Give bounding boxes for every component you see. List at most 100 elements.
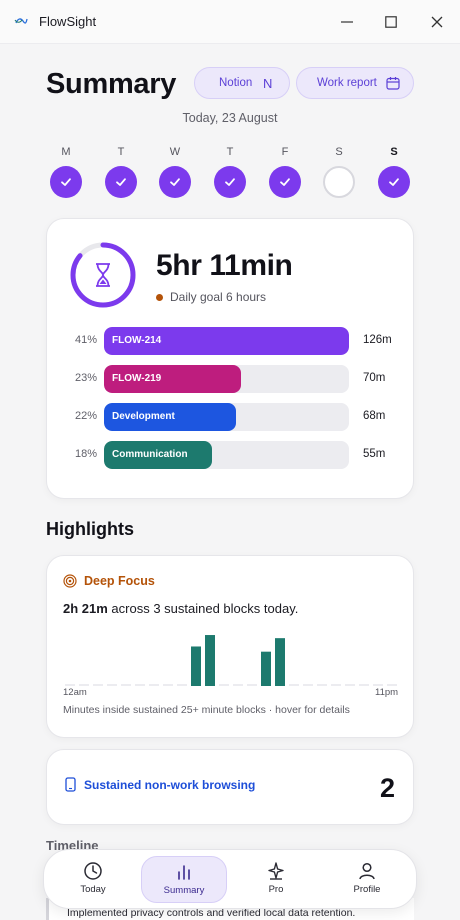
nav-label: Today [80,884,106,895]
current-date: Today, 23 August [182,111,278,125]
day-letter: S [390,146,398,158]
day-3[interactable]: T [212,145,248,198]
day-letter: T [226,146,234,158]
day-incomplete-indicator [323,166,355,198]
breakdown-bar: Communication [104,441,212,469]
non-work-browsing-card[interactable]: Sustained non-work browsing 2 [46,749,414,825]
notion-button[interactable]: Notion N [194,67,290,99]
minimize-icon [341,21,353,23]
user-icon [359,862,375,880]
breakdown-bar: Development [104,403,237,431]
breakdown-value: 55m [363,448,386,460]
day-complete-indicator [269,166,301,198]
breakdown-row[interactable]: 41% FLOW-214 126m [47,327,415,355]
highlights-heading: Highlights [46,519,134,539]
phone-icon [65,777,76,792]
goal-progress-ring [70,242,136,308]
day-complete-indicator [105,166,137,198]
breakdown-track: FLOW-214 [104,327,349,355]
day-5[interactable]: S [321,145,357,198]
axis-end-label: 11pm [375,687,399,698]
deep-focus-card: Deep Focus 2h 21m across 3 sustained blo… [46,555,414,738]
bottom-navigation: Today Summary Pro Profile [43,849,417,909]
breakdown-track: Development [104,403,349,431]
focus-hour-baseline [289,684,299,686]
day-letter: F [281,146,289,158]
focus-hour-baseline [107,684,117,686]
focus-hour-baseline [219,684,229,686]
day-4[interactable]: F [267,145,303,198]
breakdown-row[interactable]: 18% Communication 55m [47,441,415,469]
check-icon [389,178,399,186]
focus-hour-baseline [317,684,327,686]
check-icon [116,178,126,186]
work-report-button[interactable]: Work report [296,67,414,99]
daily-summary-card: 5hr 11min Daily goal 6 hours 41% FLOW-214… [46,218,414,499]
nav-profile[interactable]: Profile [324,856,410,903]
focus-hour-baseline [359,684,369,686]
breakdown-row[interactable]: 23% FLOW-219 70m [47,365,415,393]
check-icon [170,178,180,186]
day-1[interactable]: T [103,145,139,198]
deep-focus-time: 2h 21m [63,601,108,616]
day-letter: S [335,146,343,158]
breakdown-percent: 18% [74,448,97,460]
nav-today[interactable]: Today [50,856,136,903]
focus-block-bar [205,635,215,686]
day-complete-indicator [378,166,410,198]
nav-summary[interactable]: Summary [141,856,227,903]
focus-hour-baseline [65,684,75,686]
clock-icon [84,862,102,880]
check-icon [61,178,71,186]
day-2[interactable]: W [157,145,193,198]
day-0[interactable]: M [48,145,84,198]
close-button[interactable] [427,12,447,32]
daily-goal: Daily goal 6 hours [156,290,266,304]
breakdown-bar: FLOW-214 [104,327,349,355]
day-letter: W [169,146,181,158]
focus-hour-baseline [149,684,159,686]
breakdown-percent: 41% [74,334,97,346]
breakdown-label: Development [112,411,175,422]
notion-icon: N [263,76,273,91]
notion-button-label: Notion [219,77,253,89]
axis-start-label: 12am [63,687,87,698]
maximize-button[interactable] [381,12,401,32]
hourglass-icon [96,263,110,287]
check-icon [280,178,290,186]
daily-goal-text: Daily goal 6 hours [170,290,267,304]
deep-focus-description: across 3 sustained blocks today. [107,601,299,616]
non-work-browsing-header: Sustained non-work browsing [65,777,255,792]
close-icon [431,16,443,28]
breakdown-track: FLOW-219 [104,365,349,393]
calendar-icon [386,77,400,90]
focus-hour-baseline [331,684,341,686]
deep-focus-summary: 2h 21m across 3 sustained blocks today. [63,601,298,616]
day-6[interactable]: S [376,145,412,198]
minimize-button[interactable] [337,12,357,32]
sparkle-icon [268,862,284,880]
deep-focus-chart[interactable] [63,628,399,688]
focus-hour-baseline [121,684,131,686]
app-logo-icon [14,18,28,24]
nav-pro[interactable]: Pro [233,856,319,903]
focus-hour-baseline [387,684,397,686]
focus-hour-baseline [79,684,89,686]
focus-hour-baseline [345,684,355,686]
day-letter: T [117,146,125,158]
focus-hour-baseline [177,684,187,686]
app-title: FlowSight [39,14,97,29]
title-bar: FlowSight [0,0,460,44]
breakdown-row[interactable]: 22% Development 68m [47,403,415,431]
total-tracked-time: 5hr 11min [156,249,293,282]
day-complete-indicator [50,166,82,198]
page-title: Summary [46,68,177,100]
breakdown-percent: 22% [74,410,97,422]
maximize-icon [385,16,397,28]
goal-dot-icon [156,293,163,301]
focus-hour-baseline [93,684,103,686]
deep-focus-caption: Minutes inside sustained 25+ minute bloc… [63,704,350,716]
breakdown-label: FLOW-219 [112,373,162,384]
nav-label: Profile [353,884,381,895]
breakdown-label: FLOW-214 [112,335,162,346]
